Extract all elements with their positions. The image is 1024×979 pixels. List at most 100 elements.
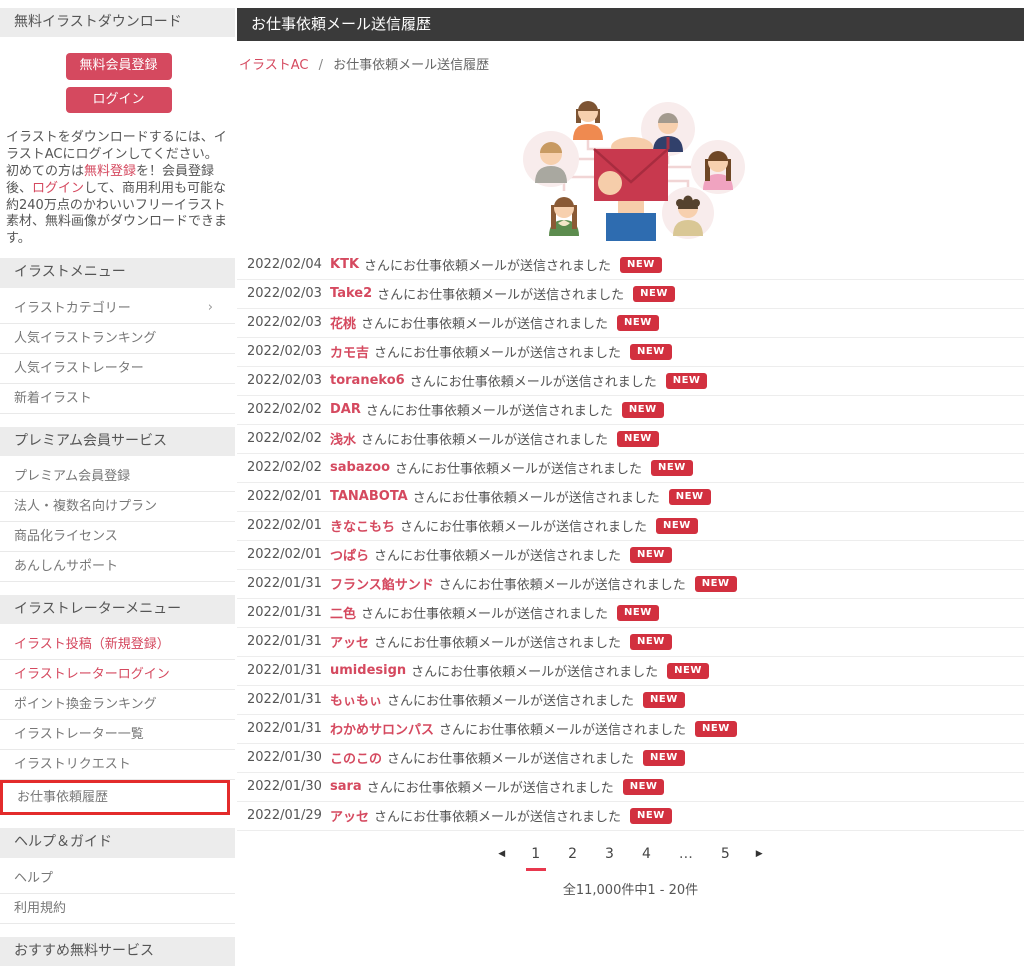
sidebar-item[interactable]: 人気イラストレーター <box>0 354 235 384</box>
sidebar-item[interactable]: イラストレーターログイン <box>0 660 235 691</box>
entry-date: 2022/02/03 <box>247 286 322 301</box>
sidebar-item[interactable]: 商品化ライセンス <box>0 522 235 552</box>
history-row: 2022/02/03 カモ吉 さんにお仕事依頼メールが送信されました NEW <box>237 338 1024 367</box>
illustrator-name-link[interactable]: toraneko6 <box>330 373 405 388</box>
pagination-page[interactable]: 5 <box>717 844 734 871</box>
sidebar-item-label: ポイント換金ランキング <box>14 697 157 713</box>
sidebar-inline-link[interactable]: 無料登録 <box>84 164 136 179</box>
sidebar-item-label: イラストリクエスト <box>14 757 131 773</box>
sidebar-section-list: ヘルプ 利用規約 <box>0 864 237 924</box>
sidebar-item[interactable]: 利用規約 <box>0 894 235 924</box>
new-badge: NEW <box>656 517 698 534</box>
history-row: 2022/01/30 sara さんにお仕事依頼メールが送信されました NEW <box>237 773 1024 802</box>
history-row: 2022/02/01 TANABOTA さんにお仕事依頼メールが送信されました NEW <box>237 483 1024 512</box>
mail-illustration <box>506 89 756 241</box>
history-row: 2022/01/31 二色 さんにお仕事依頼メールが送信されました NEW <box>237 599 1024 628</box>
illustrator-name-link[interactable]: 浅水 <box>330 429 356 448</box>
illustrator-name-link[interactable]: もぃもぃ <box>330 690 382 709</box>
history-row: 2022/01/31 umidesign さんにお仕事依頼メールが送信されました NE… <box>237 657 1024 686</box>
illustrator-name-link[interactable]: きなこもち <box>330 516 395 535</box>
sidebar-item-label: イラストレーターログイン <box>14 667 170 683</box>
pagination-page[interactable]: 3 <box>601 844 618 871</box>
illustrator-name-link[interactable]: TANABOTA <box>330 489 408 504</box>
total-count: 全11,000件中1 - 20件 <box>562 882 699 898</box>
illustrator-name-link[interactable]: sabazoo <box>330 460 390 475</box>
sidebar-item[interactable]: ポイント換金ランキング <box>0 690 235 721</box>
illustrator-name-link[interactable]: わかめサロンパス <box>330 719 434 738</box>
sidebar-item[interactable]: 法人・複数名向けプラン <box>0 492 235 522</box>
entry-date: 2022/02/02 <box>247 460 322 475</box>
sidebar-item[interactable]: あんしんサポート <box>0 552 235 582</box>
sidebar-item[interactable]: ヘルプ <box>0 864 235 894</box>
chevron-right-icon: › <box>207 299 213 315</box>
entry-date: 2022/01/29 <box>247 808 322 823</box>
entry-message: さんにお仕事依頼メールが送信されました <box>412 491 660 506</box>
illustrator-name-link[interactable]: つぱら <box>330 545 369 564</box>
sidebar-section-header: プレミアム会員サービス <box>0 426 235 456</box>
sidebar-item[interactable]: イラストレーター一覧 <box>0 720 235 751</box>
illustrator-name-link[interactable]: カモ吉 <box>330 342 369 361</box>
sidebar-item[interactable]: イラスト投稿（新規登録） <box>0 630 235 661</box>
pagination-page[interactable]: 2 <box>564 844 581 871</box>
pagination: ◀ 1 2 3 4 … 5 ▶ <box>237 844 1024 871</box>
pagination-prev-icon[interactable]: ◀ <box>498 849 505 859</box>
entry-list: 2022/02/04 KTK さんにお仕事依頼メールが送信されました NEW 2022/… <box>237 251 1024 831</box>
entry-message: さんにお仕事依頼メールが送信されました <box>387 752 635 767</box>
entry-message: さんにお仕事依頼メールが送信されました <box>374 636 622 651</box>
pagination-page[interactable]: 1 <box>527 844 544 871</box>
new-badge: NEW <box>668 488 711 505</box>
illustrator-name-link[interactable]: KTK <box>330 257 359 272</box>
new-badge: NEW <box>621 401 664 418</box>
illustrator-name-link[interactable]: sara <box>330 779 362 794</box>
new-badge: NEW <box>620 256 662 273</box>
sidebar-section-header: イラストレーターメニュー <box>0 595 235 625</box>
illustrator-name-link[interactable]: アッセ <box>330 806 369 825</box>
illustrator-name-link[interactable]: DAR <box>330 402 361 417</box>
pagination-next-icon[interactable]: ▶ <box>756 849 763 859</box>
sidebar-item-label: イラスト投稿（新規登録） <box>14 637 170 653</box>
login-button[interactable]: ログイン <box>65 86 172 113</box>
sidebar-item[interactable]: お仕事依頼履歴 <box>0 780 230 816</box>
sidebar-item[interactable]: プレミアム会員登録 <box>0 462 235 492</box>
new-badge: NEW <box>667 662 709 679</box>
sidebar-item[interactable]: 人気イラストランキング <box>0 324 235 354</box>
sidebar-item[interactable]: イラストリクエスト <box>0 750 235 781</box>
entry-message: さんにお仕事依頼メールが送信されました <box>377 288 625 303</box>
pagination-ellipsis: … <box>678 845 693 862</box>
illustrator-name-link[interactable]: このこの <box>330 748 382 767</box>
sidebar-item[interactable]: 新着イラスト <box>0 384 235 414</box>
entry-date: 2022/02/01 <box>247 489 322 504</box>
illustrator-name-link[interactable]: 二色 <box>330 603 356 622</box>
entry-message: さんにお仕事依頼メールが送信されました <box>366 781 614 796</box>
entry-date: 2022/02/01 <box>247 547 322 562</box>
new-badge: NEW <box>695 720 737 737</box>
new-badge: NEW <box>617 604 659 621</box>
signup-button[interactable]: 無料会員登録 <box>65 53 172 80</box>
sidebar-item-label: プレミアム会員登録 <box>14 469 131 484</box>
illustrator-name-link[interactable]: umidesign <box>330 663 406 678</box>
breadcrumb-current: お仕事依頼メール送信履歴 <box>333 57 490 73</box>
entry-date: 2022/01/31 <box>247 692 322 707</box>
pagination-page[interactable]: 4 <box>638 844 655 871</box>
sidebar-inline-link[interactable]: ログイン <box>32 181 84 196</box>
new-badge: NEW <box>630 546 672 563</box>
entry-date: 2022/01/30 <box>247 750 322 765</box>
entry-message: さんにお仕事依頼メールが送信されました <box>438 578 686 593</box>
illustrator-name-link[interactable]: アッセ <box>330 632 369 651</box>
breadcrumb-home-link[interactable]: イラストAC <box>239 58 308 73</box>
entry-date: 2022/02/01 <box>247 518 322 533</box>
sidebar-item[interactable]: イラストカテゴリー › <box>0 294 235 324</box>
entry-date: 2022/02/04 <box>247 257 322 272</box>
illustrator-name-link[interactable]: フランス餡サンド <box>330 574 434 593</box>
sidebar-item-label: イラストカテゴリー <box>14 300 131 316</box>
sidebar-buttons: 無料会員登録 ログイン <box>0 43 237 124</box>
entry-date: 2022/02/02 <box>247 431 322 446</box>
entry-date: 2022/01/31 <box>247 605 322 620</box>
sidebar-section-list: イラスト投稿（新規登録） イラストレーターログイン ポイント換金ランキングイラストレ… <box>0 630 237 816</box>
entry-message: さんにお仕事依頼メールが送信されました <box>361 607 609 622</box>
illustrator-name-link[interactable]: Take2 <box>330 286 372 301</box>
sidebar: 無料イラストダウンロード 無料会員登録 ログイン イラストをダウンロードするには… <box>0 0 237 979</box>
illustrator-name-link[interactable]: 花桃 <box>330 313 356 332</box>
entry-message: さんにお仕事依頼メールが送信されました <box>411 665 659 680</box>
new-badge: NEW <box>617 314 659 331</box>
